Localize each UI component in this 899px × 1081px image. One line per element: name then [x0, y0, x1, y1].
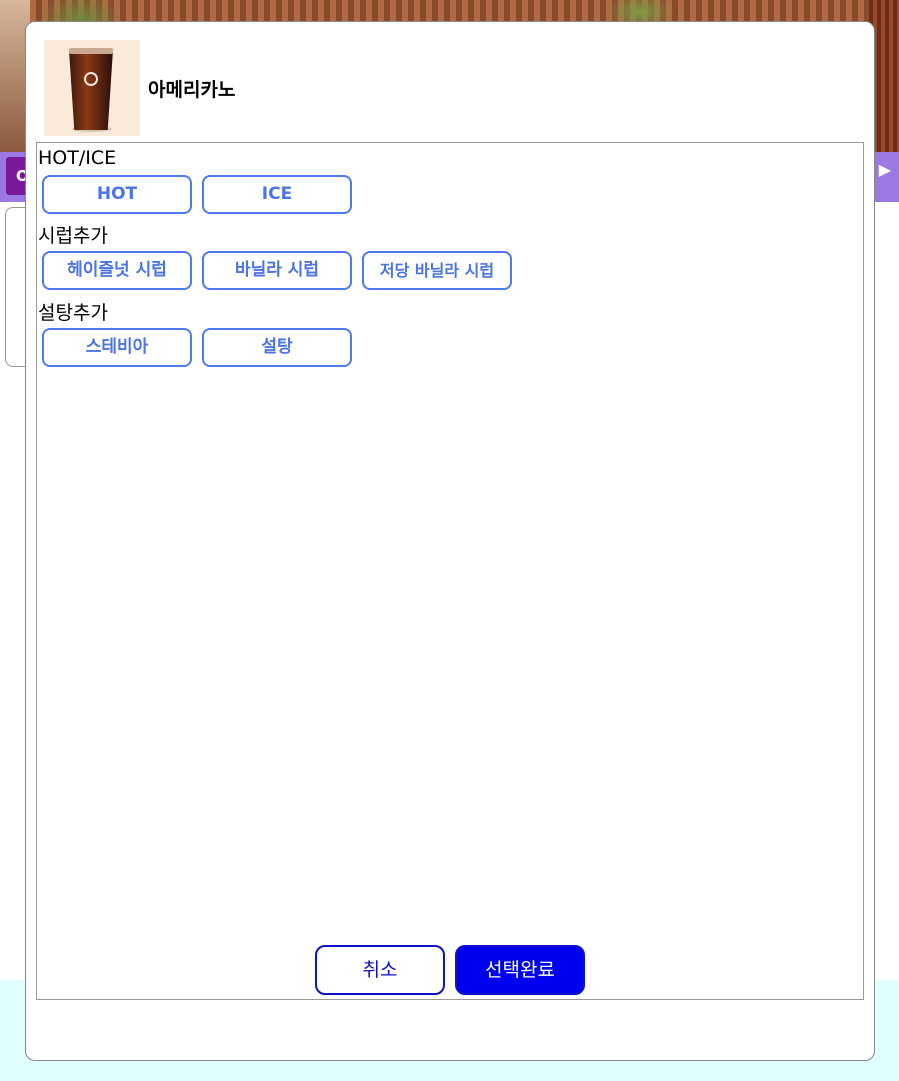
option-group-title-sugar: 설탕추가	[38, 302, 108, 324]
option-button-sugar[interactable]: 설탕	[202, 328, 352, 367]
option-button-hot[interactable]: HOT	[42, 175, 192, 214]
cancel-button[interactable]: 취소	[315, 945, 445, 995]
product-name: 아메리카노	[148, 78, 236, 101]
modal-header: 아메리카노	[44, 40, 235, 136]
option-select-modal: 아메리카노 HOT/ICE HOT ICE 시럽추가 헤이즐넛 시럽 바닐라 시…	[25, 21, 875, 1061]
option-button-hazelnut-syrup[interactable]: 헤이즐넛 시럽	[42, 251, 192, 290]
option-group-title-temperature: HOT/ICE	[38, 147, 117, 169]
cup-logo-icon	[84, 72, 98, 86]
option-group-title-syrup: 시럽추가	[38, 225, 108, 247]
option-button-low-sugar-vanilla-syrup[interactable]: 저당 바닐라 시럽	[362, 251, 512, 290]
cup-rim	[69, 48, 113, 54]
option-button-vanilla-syrup[interactable]: 바닐라 시럽	[202, 251, 352, 290]
confirm-selection-button[interactable]: 선택완료	[455, 945, 585, 995]
iced-americano-cup-icon	[69, 50, 113, 130]
option-button-stevia[interactable]: 스테비아	[42, 328, 192, 367]
next-arrow-icon[interactable]: ▶	[879, 160, 891, 179]
options-panel: HOT/ICE HOT ICE 시럽추가 헤이즐넛 시럽 바닐라 시럽 저당 바…	[36, 142, 864, 1000]
option-button-ice[interactable]: ICE	[202, 175, 352, 214]
product-image	[44, 40, 140, 136]
